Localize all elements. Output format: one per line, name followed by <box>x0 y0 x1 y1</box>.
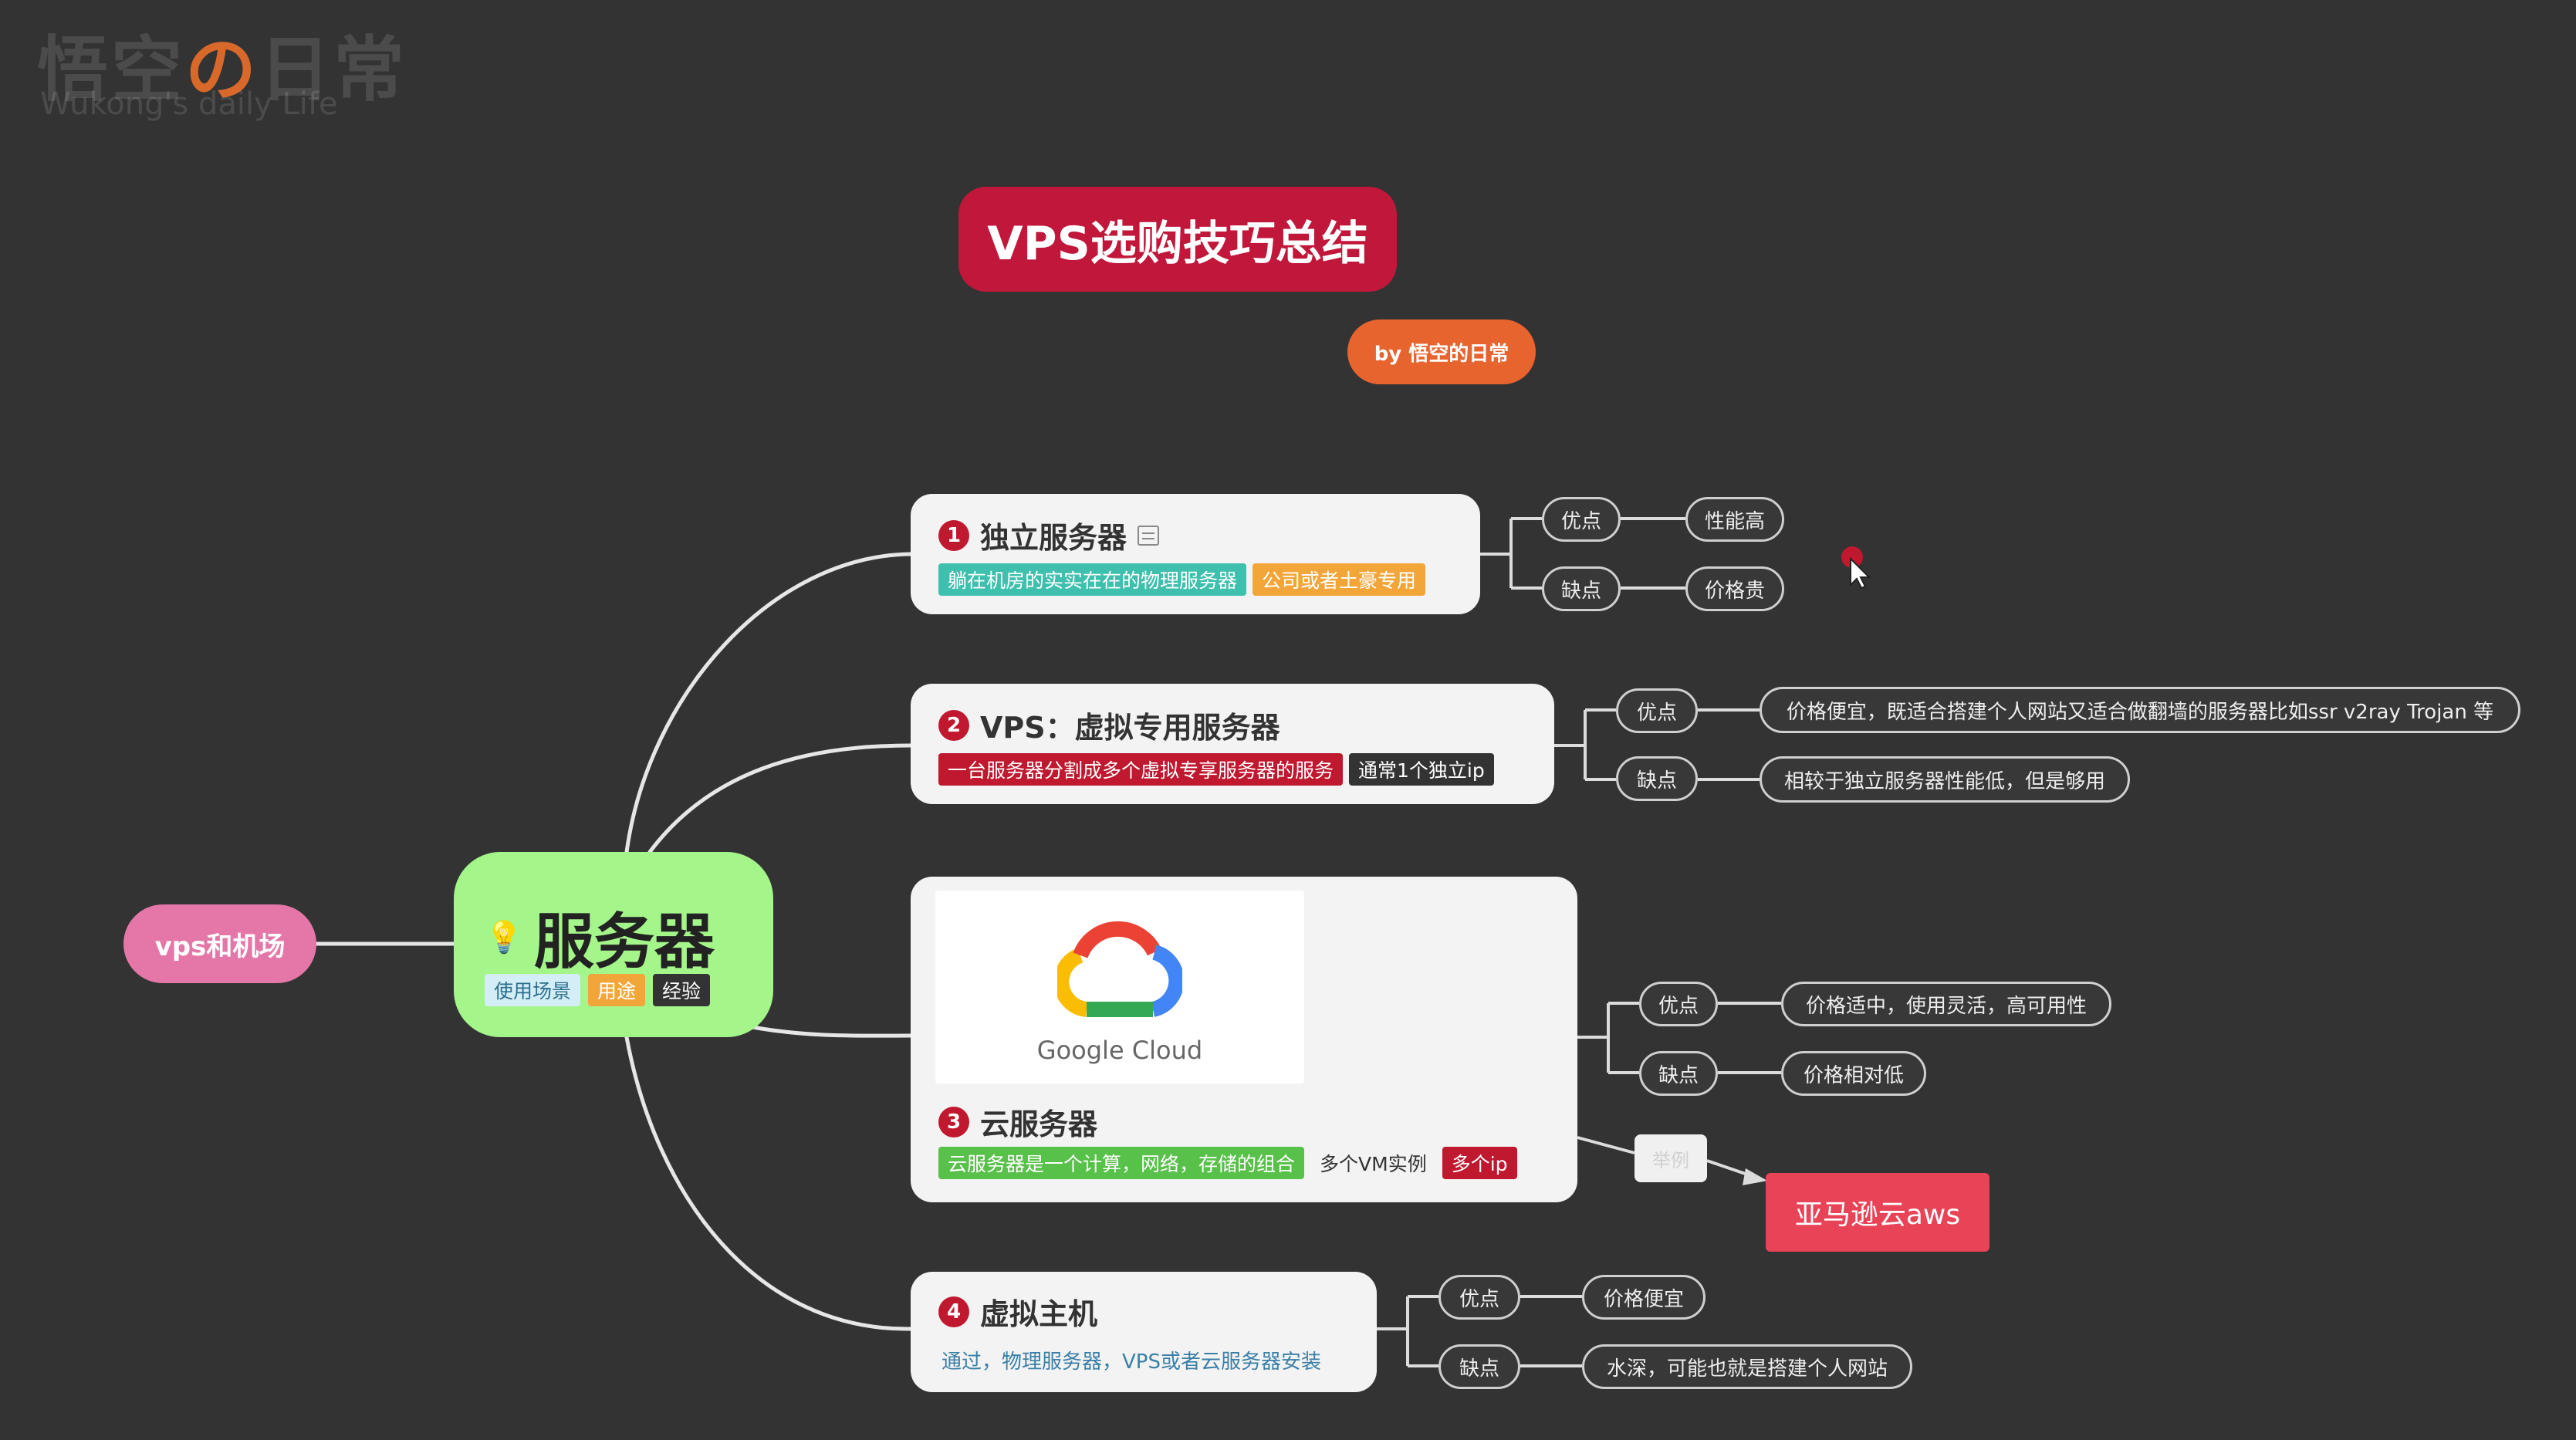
branch-tag: 多个ip <box>1442 1147 1517 1179</box>
branch-virtual-host[interactable]: 4 虚拟主机 通过，物理服务器，VPS或者云服务器安装 <box>911 1272 1377 1392</box>
branch-tag: 多个VM实例 <box>1320 1153 1427 1175</box>
cons-node[interactable]: 缺点 <box>1639 1051 1718 1096</box>
label-experience: 经验 <box>653 974 711 1006</box>
branch-label: 虚拟主机 <box>980 1297 1098 1331</box>
note-icon[interactable] <box>1138 525 1160 546</box>
pros-detail-node[interactable]: 性能高 <box>1685 497 1784 542</box>
branch-number: 4 <box>938 1296 969 1327</box>
central-topic-node[interactable]: 💡 服务器 使用场景 用途 经验 <box>454 852 773 1037</box>
branch-cloud-server[interactable]: Google Cloud 3 云服务器 云服务器是一个计算，网络，存储的组合 多… <box>911 877 1577 1202</box>
branch-number: 1 <box>938 519 969 551</box>
cons-detail-node[interactable]: 水深，可能也就是搭建个人网站 <box>1582 1344 1912 1389</box>
label-usage-scenario: 使用场景 <box>485 974 581 1006</box>
branch-vps[interactable]: 2 VPS：虚拟专用服务器 一台服务器分割成多个虚拟专享服务器的服务 通常1个独… <box>911 684 1554 804</box>
byline-node[interactable]: by 悟空的日常 <box>1347 319 1536 384</box>
branch-label: 独立服务器 <box>980 521 1127 555</box>
cons-node[interactable]: 缺点 <box>1616 756 1698 801</box>
branch-number: 2 <box>938 709 969 741</box>
branch-tag: 一台服务器分割成多个虚拟专享服务器的服务 <box>938 753 1344 786</box>
google-cloud-caption: Google Cloud <box>1036 1036 1203 1065</box>
example-label-node[interactable]: 举例 <box>1635 1134 1707 1182</box>
branch-tag: 躺在机房的实实在在的物理服务器 <box>938 563 1247 596</box>
google-cloud-image: Google Cloud <box>935 891 1304 1083</box>
pros-node[interactable]: 优点 <box>1616 688 1698 733</box>
branch-dedicated-server[interactable]: 1 独立服务器 躺在机房的实实在在的物理服务器 公司或者土豪专用 <box>911 494 1480 614</box>
cons-detail-node[interactable]: 相较于独立服务器性能低，但是够用 <box>1760 756 2130 803</box>
mindmap-title[interactable]: VPS选购技巧总结 <box>958 187 1397 292</box>
lightbulb-icon: 💡 <box>485 919 523 955</box>
branch-label: 云服务器 <box>980 1107 1098 1141</box>
central-topic-label: 服务器 <box>533 908 715 977</box>
pros-detail-node[interactable]: 价格适中，使用灵活，高可用性 <box>1781 982 2111 1026</box>
cons-node[interactable]: 缺点 <box>1438 1344 1520 1389</box>
watermark-subtitle: Wukong's daily Life <box>40 86 338 122</box>
mouse-cursor-icon <box>1841 546 1871 590</box>
pros-node[interactable]: 优点 <box>1639 982 1718 1026</box>
example-aws-node[interactable]: 亚马逊云aws <box>1766 1173 1989 1252</box>
pros-detail-node[interactable]: 价格便宜，既适合搭建个人网站又适合做翻墙的服务器比如ssr v2ray Troj… <box>1760 687 2520 733</box>
cons-detail-node[interactable]: 价格相对低 <box>1781 1051 1926 1096</box>
label-purpose: 用途 <box>588 974 646 1006</box>
pros-node[interactable]: 优点 <box>1438 1275 1520 1320</box>
branch-tag: 通常1个独立ip <box>1349 753 1494 786</box>
branch-description: 通过，物理服务器，VPS或者云服务器安装 <box>941 1350 1321 1374</box>
google-cloud-logo-icon <box>1057 921 1182 1017</box>
left-topic-node[interactable]: vps和机场 <box>123 904 316 983</box>
branch-label: VPS：虚拟专用服务器 <box>980 711 1280 745</box>
branch-tag: 公司或者土豪专用 <box>1253 563 1426 596</box>
cons-detail-node[interactable]: 价格贵 <box>1685 566 1784 611</box>
pros-detail-node[interactable]: 价格便宜 <box>1582 1275 1706 1320</box>
cons-node[interactable]: 缺点 <box>1542 566 1621 611</box>
pros-node[interactable]: 优点 <box>1542 497 1621 542</box>
branch-tag: 云服务器是一个计算，网络，存储的组合 <box>938 1147 1305 1179</box>
branch-number: 3 <box>938 1106 969 1137</box>
